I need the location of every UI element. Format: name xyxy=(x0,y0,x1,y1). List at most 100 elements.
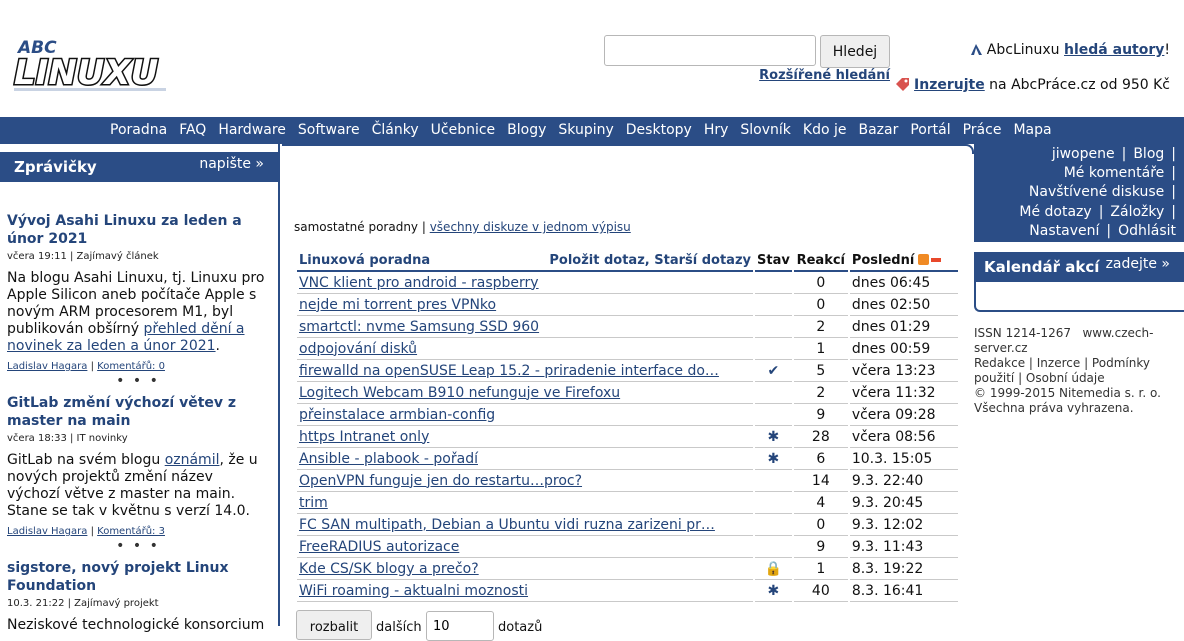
calendar-add-link[interactable]: zadejte » xyxy=(1106,256,1170,272)
hot-icon: ✱ xyxy=(755,448,792,470)
questions-label: dotazů xyxy=(498,620,543,635)
promo-ads-link[interactable]: Inzerujte xyxy=(914,77,985,93)
table-row: Ansible - plabook - pořadí ✱ 6 10.3. 15:05 xyxy=(297,448,958,470)
nav-item-skupiny[interactable]: Skupiny xyxy=(552,117,619,144)
news-item-title[interactable]: Vývoj Asahi Linuxu za leden a únor 2021 xyxy=(7,212,269,248)
nav-item-prace[interactable]: Práce xyxy=(957,117,1008,144)
question-link[interactable]: FC SAN multipath, Debian a Ubuntu vidi r… xyxy=(299,517,715,533)
collapse-icon[interactable] xyxy=(931,257,942,262)
news-item-comments[interactable]: Komentářů: 0 xyxy=(97,361,165,372)
question-status xyxy=(755,272,792,294)
main-nav-items: Poradna FAQ Hardware Software Články Uče… xyxy=(104,117,1058,144)
news-item-meta: 10.3. 21:22 | Zajímavý projekt xyxy=(7,598,159,609)
table-row: Kde CS/SK blogy a prečo? 🔒 1 8.3. 19:22 xyxy=(297,558,958,580)
older-questions-link[interactable]: Starší dotazy xyxy=(654,253,751,268)
question-link[interactable]: firewalld na openSUSE Leap 15.2 - prirad… xyxy=(299,363,719,379)
nav-item-poradna[interactable]: Poradna xyxy=(104,117,173,144)
question-link[interactable]: Logitech Webcam B910 nefunguje ve Firefo… xyxy=(299,385,620,401)
ask-question-link[interactable]: Položit dotaz xyxy=(549,253,644,268)
nav-item-hardware[interactable]: Hardware xyxy=(212,117,292,144)
user-blog-link[interactable]: Blog xyxy=(1133,146,1164,162)
visited-discussions-link[interactable]: Navštívené diskuse xyxy=(1029,184,1164,200)
footer-issn-row: ISSN 1214-1267 www.czech-server.cz xyxy=(974,326,1184,356)
question-link[interactable]: Ansible - plabook - pořadí xyxy=(299,451,478,467)
question-link[interactable]: odpojování disků xyxy=(299,341,417,357)
my-questions-link[interactable]: Mé dotazy xyxy=(1019,204,1091,220)
footer-link-osobni-udaje[interactable]: Osobní údaje xyxy=(1026,371,1105,385)
search-button[interactable]: Hledej xyxy=(820,35,890,68)
footer-link-redakce[interactable]: Redakce xyxy=(974,356,1025,370)
news-item-body-pre: GitLab na svém blogu xyxy=(7,452,165,468)
nav-item-mapa[interactable]: Mapa xyxy=(1007,117,1057,144)
promo-authors: AbcLinuxu hledá autory! xyxy=(970,42,1170,58)
news-item-footer: Ladislav Hagara | Komentářů: 0 xyxy=(7,361,165,372)
solved-icon: ✔ xyxy=(755,360,792,382)
question-replies: 9 xyxy=(793,404,848,426)
forum-links-separator: | xyxy=(418,220,430,234)
logout-link[interactable]: Odhlásit xyxy=(1118,223,1176,239)
nav-item-faq[interactable]: FAQ xyxy=(173,117,212,144)
user-menu-row: jiwopene | Blog | xyxy=(1051,146,1176,162)
question-status xyxy=(755,294,792,316)
promo-authors-link[interactable]: hledá autory xyxy=(1064,42,1164,58)
table-row: firewalld na openSUSE Leap 15.2 - prirad… xyxy=(297,360,958,382)
question-replies: 28 xyxy=(793,426,848,448)
calendar-header: Kalendář akcí zadejte » xyxy=(974,252,1184,282)
question-replies: 1 xyxy=(793,558,848,580)
question-replies: 5 xyxy=(793,360,848,382)
nav-item-hry[interactable]: Hry xyxy=(698,117,735,144)
question-link[interactable]: OpenVPN funguje jen do restartu…proc? xyxy=(299,473,582,489)
question-link[interactable]: Kde CS/SK blogy a prečo? xyxy=(299,561,479,577)
user-menu: jiwopene | Blog | Mé komentáře | Navštívené … xyxy=(974,144,1184,242)
forum-all-link[interactable]: všechny diskuze v jednom výpisu xyxy=(430,220,631,234)
question-replies: 2 xyxy=(793,316,848,338)
rss-icon[interactable] xyxy=(918,253,930,265)
news-item-body-link[interactable]: oznámil xyxy=(165,452,220,468)
expand-button[interactable]: rozbalit xyxy=(296,610,372,640)
search-input[interactable] xyxy=(604,35,816,66)
question-link[interactable]: WiFi roaming - aktualni moznosti xyxy=(299,583,528,599)
news-item-author[interactable]: Ladislav Hagara xyxy=(7,361,87,372)
forum-title-link[interactable]: Linuxová poradna xyxy=(299,253,430,268)
news-item-meta: včera 19:11 | Zajímavý článek xyxy=(7,251,159,262)
nav-item-desktopy[interactable]: Desktopy xyxy=(620,117,698,144)
my-comments-link[interactable]: Mé komentáře xyxy=(1064,165,1165,181)
news-list: Vývoj Asahi Linuxu za leden a únor 2021 … xyxy=(7,212,269,634)
advanced-search-link[interactable]: Rozšířené hledání xyxy=(759,68,890,83)
news-write-link[interactable]: napište » xyxy=(199,156,264,172)
question-link[interactable]: nejde mi torrent pres VPNko xyxy=(299,297,496,313)
question-status xyxy=(755,316,792,338)
abclinuxu-logo[interactable]: ABC LINUXU xyxy=(12,36,172,98)
news-item-title[interactable]: sigstore, nový projekt Linux Foundation xyxy=(7,559,269,595)
question-link[interactable]: trim xyxy=(299,495,328,511)
user-profile-link[interactable]: jiwopene xyxy=(1052,146,1115,162)
nav-item-ucebnice[interactable]: Učebnice xyxy=(425,117,502,144)
nav-item-slovnik[interactable]: Slovník xyxy=(734,117,797,144)
news-item-comments[interactable]: Komentářů: 3 xyxy=(97,526,165,537)
settings-link[interactable]: Nastavení xyxy=(1029,223,1099,239)
question-link[interactable]: přeinstalace armbian-config xyxy=(299,407,495,423)
nav-item-blogy[interactable]: Blogy xyxy=(501,117,552,144)
hot-icon: ✱ xyxy=(755,426,792,448)
nav-item-portal[interactable]: Portál xyxy=(904,117,956,144)
bookmarks-link[interactable]: Záložky xyxy=(1110,204,1164,220)
nav-item-software[interactable]: Software xyxy=(292,117,366,144)
footer-link-inzerce[interactable]: Inzerce xyxy=(1037,356,1080,370)
question-link[interactable]: FreeRADIUS autorizace xyxy=(299,539,459,555)
nav-item-kdo-je[interactable]: Kdo je xyxy=(797,117,853,144)
nav-item-bazar[interactable]: Bazar xyxy=(852,117,904,144)
hot-icon: ✱ xyxy=(755,580,792,602)
news-title: Zprávičky xyxy=(14,158,97,176)
news-item-title[interactable]: GitLab změní výchozí větev z master na m… xyxy=(7,394,269,430)
nav-item-clanky[interactable]: Články xyxy=(366,117,425,144)
question-link[interactable]: https Intranet only xyxy=(299,429,429,445)
promo-authors-prefix: AbcLinuxu xyxy=(986,42,1065,58)
question-link[interactable]: smartctl: nvme Samsung SSD 960 xyxy=(299,319,539,335)
question-last: dnes 02:50 xyxy=(849,294,958,316)
question-link[interactable]: VNC klient pro android - raspberry xyxy=(299,275,539,291)
news-item-author[interactable]: Ladislav Hagara xyxy=(7,526,87,537)
question-replies: 40 xyxy=(793,580,848,602)
question-count-input[interactable] xyxy=(426,611,494,641)
question-status xyxy=(755,470,792,492)
question-replies: 2 xyxy=(793,382,848,404)
